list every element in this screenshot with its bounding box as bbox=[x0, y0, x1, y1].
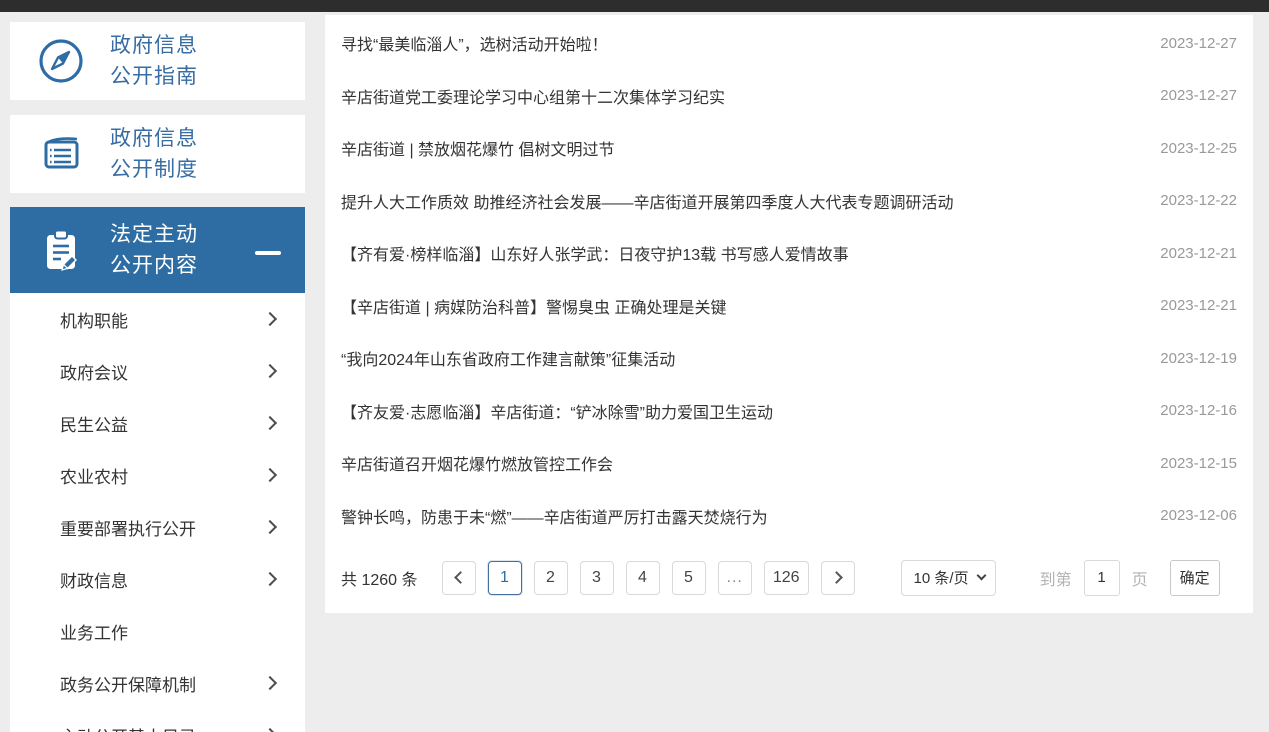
news-date: 2023-12-21 bbox=[1160, 245, 1237, 262]
news-panel: 寻找“最美临淄人”，选树活动开始啦！ 2023-12-27 辛店街道党工委理论学… bbox=[325, 15, 1253, 613]
menu-label: 重要部署执行公开 bbox=[60, 515, 196, 540]
page-button-5[interactable]: 5 bbox=[672, 561, 706, 595]
news-date: 2023-12-19 bbox=[1160, 350, 1237, 367]
news-date: 2023-12-22 bbox=[1160, 192, 1237, 209]
menu-label: 财政信息 bbox=[60, 567, 128, 592]
news-row[interactable]: 【齐友爱·志愿临淄】辛店街道：“铲冰除雪”助力爱国卫生运动 2023-12-16 bbox=[341, 385, 1237, 438]
news-title-link[interactable]: 【辛店街道 | 病媒防治科普】警惕臭虫 正确处理是关键 bbox=[341, 294, 727, 318]
sidebar-card-system-label: 政府信息 公开制度 bbox=[110, 123, 198, 185]
page-button-4[interactable]: 4 bbox=[626, 561, 660, 595]
book-icon bbox=[36, 129, 86, 179]
sidebar-item-agriculture[interactable]: 农业农村 bbox=[10, 449, 305, 501]
confirm-button[interactable]: 确定 bbox=[1170, 560, 1220, 596]
sidebar-item-deployment[interactable]: 重要部署执行公开 bbox=[10, 501, 305, 553]
sidebar-item-gov-meetings[interactable]: 政府会议 bbox=[10, 345, 305, 397]
news-row[interactable]: 【齐有爱·榜样临淄】山东好人张学武：日夜守护13载 书写感人爱情故事 2023-… bbox=[341, 227, 1237, 280]
news-list: 寻找“最美临淄人”，选树活动开始啦！ 2023-12-27 辛店街道党工委理论学… bbox=[325, 15, 1253, 542]
news-row[interactable]: 提升人大工作质效 助推经济社会发展——辛店街道开展第四季度人大代表专题调研活动 … bbox=[341, 175, 1237, 228]
pagination-bar: 共 1260 条 1 2 3 4 5 ... 126 10 条/页 到第 页 确… bbox=[341, 542, 1237, 613]
page-size-label: 10 条/页 bbox=[914, 567, 969, 588]
prev-page-button[interactable] bbox=[442, 561, 476, 595]
news-row[interactable]: 寻找“最美临淄人”，选树活动开始啦！ 2023-12-27 bbox=[341, 17, 1237, 70]
menu-label: 政府会议 bbox=[60, 359, 128, 384]
sidebar-card-statutory-label: 法定主动 公开内容 bbox=[110, 219, 198, 281]
chevron-right-icon bbox=[263, 312, 277, 326]
page-button-126[interactable]: 126 bbox=[764, 561, 809, 595]
chevron-right-icon bbox=[830, 571, 843, 584]
chevron-right-icon bbox=[263, 520, 277, 534]
clipboard-pen-icon bbox=[36, 225, 86, 275]
page-button-2[interactable]: 2 bbox=[534, 561, 568, 595]
goto-page-input[interactable] bbox=[1084, 560, 1120, 596]
sidebar-card-guide-label: 政府信息 公开指南 bbox=[110, 30, 198, 92]
news-row[interactable]: 辛店街道 | 禁放烟花爆竹 倡树文明过节 2023-12-25 bbox=[341, 122, 1237, 175]
next-page-button[interactable] bbox=[821, 561, 855, 595]
sidebar-item-basic-catalog[interactable]: 主动公开基本目录 bbox=[10, 709, 305, 732]
news-title-link[interactable]: 警钟长鸣，防患于未“燃”——辛店街道严厉打击露天焚烧行为 bbox=[341, 504, 768, 528]
news-title-link[interactable]: 辛店街道 | 禁放烟花爆竹 倡树文明过节 bbox=[341, 136, 615, 160]
chevron-right-icon bbox=[263, 572, 277, 586]
page-size-select[interactable]: 10 条/页 bbox=[901, 560, 996, 596]
news-title-link[interactable]: “我向2024年山东省政府工作建言献策”征集活动 bbox=[341, 346, 675, 370]
news-date: 2023-12-16 bbox=[1160, 402, 1237, 419]
chevron-down-icon bbox=[976, 571, 986, 581]
news-title-link[interactable]: 辛店街道召开烟花爆竹燃放管控工作会 bbox=[341, 451, 613, 475]
news-title-link[interactable]: 【齐有爱·榜样临淄】山东好人张学武：日夜守护13载 书写感人爱情故事 bbox=[341, 241, 849, 265]
sidebar-card-system[interactable]: 政府信息 公开制度 bbox=[10, 115, 305, 193]
news-date: 2023-12-27 bbox=[1160, 35, 1237, 52]
chevron-right-icon bbox=[263, 728, 277, 732]
news-row[interactable]: 辛店街道党工委理论学习中心组第十二次集体学习纪实 2023-12-27 bbox=[341, 70, 1237, 123]
goto-suffix-label: 页 bbox=[1132, 566, 1148, 590]
news-date: 2023-12-27 bbox=[1160, 87, 1237, 104]
news-row[interactable]: 辛店街道召开烟花爆竹燃放管控工作会 2023-12-15 bbox=[341, 437, 1237, 490]
chevron-left-icon bbox=[454, 571, 467, 584]
menu-label: 民生公益 bbox=[60, 411, 128, 436]
news-row[interactable]: 警钟长鸣，防患于未“燃”——辛店街道严厉打击露天焚烧行为 2023-12-06 bbox=[341, 490, 1237, 543]
news-title-link[interactable]: 寻找“最美临淄人”，选树活动开始啦！ bbox=[341, 31, 608, 55]
chevron-right-icon bbox=[263, 468, 277, 482]
news-title-link[interactable]: 【齐友爱·志愿临淄】辛店街道：“铲冰除雪”助力爱国卫生运动 bbox=[341, 399, 773, 423]
menu-label: 政务公开保障机制 bbox=[60, 671, 196, 696]
collapse-minus-icon[interactable] bbox=[255, 251, 281, 255]
menu-label: 机构职能 bbox=[60, 307, 128, 332]
top-dark-bar bbox=[0, 0, 1269, 12]
news-title-link[interactable]: 提升人大工作质效 助推经济社会发展——辛店街道开展第四季度人大代表专题调研活动 bbox=[341, 189, 953, 213]
news-date: 2023-12-21 bbox=[1160, 297, 1237, 314]
sidebar-item-openness-guarantee[interactable]: 政务公开保障机制 bbox=[10, 657, 305, 709]
compass-icon bbox=[36, 36, 86, 86]
sidebar-item-business-work[interactable]: 业务工作 bbox=[10, 605, 305, 657]
sidebar-card-statutory-active[interactable]: 法定主动 公开内容 bbox=[10, 207, 305, 293]
total-count-label: 共 1260 条 bbox=[341, 566, 418, 590]
page-button-3[interactable]: 3 bbox=[580, 561, 614, 595]
sidebar-item-organization[interactable]: 机构职能 bbox=[10, 293, 305, 345]
goto-page-group: 到第 页 确定 bbox=[1040, 560, 1220, 596]
news-title-link[interactable]: 辛店街道党工委理论学习中心组第十二次集体学习纪实 bbox=[341, 84, 725, 108]
goto-prefix-label: 到第 bbox=[1040, 566, 1072, 590]
news-row[interactable]: “我向2024年山东省政府工作建言献策”征集活动 2023-12-19 bbox=[341, 332, 1237, 385]
page-ellipsis-button[interactable]: ... bbox=[718, 561, 752, 595]
news-date: 2023-12-06 bbox=[1160, 507, 1237, 524]
menu-label: 农业农村 bbox=[60, 463, 128, 488]
chevron-right-icon bbox=[263, 416, 277, 430]
sidebar-item-livelihood[interactable]: 民生公益 bbox=[10, 397, 305, 449]
menu-label: 主动公开基本目录 bbox=[60, 723, 196, 732]
sidebar-menu: 机构职能 政府会议 民生公益 农业农村 重要部署执行公开 财政信息 业务工作 政… bbox=[10, 293, 305, 732]
sidebar-card-guide[interactable]: 政府信息 公开指南 bbox=[10, 22, 305, 100]
news-row[interactable]: 【辛店街道 | 病媒防治科普】警惕臭虫 正确处理是关键 2023-12-21 bbox=[341, 280, 1237, 333]
page-button-1[interactable]: 1 bbox=[488, 561, 522, 595]
menu-label: 业务工作 bbox=[60, 619, 128, 644]
chevron-right-icon bbox=[263, 676, 277, 690]
chevron-right-icon bbox=[263, 364, 277, 378]
news-date: 2023-12-25 bbox=[1160, 140, 1237, 157]
news-date: 2023-12-15 bbox=[1160, 455, 1237, 472]
sidebar-item-finance[interactable]: 财政信息 bbox=[10, 553, 305, 605]
